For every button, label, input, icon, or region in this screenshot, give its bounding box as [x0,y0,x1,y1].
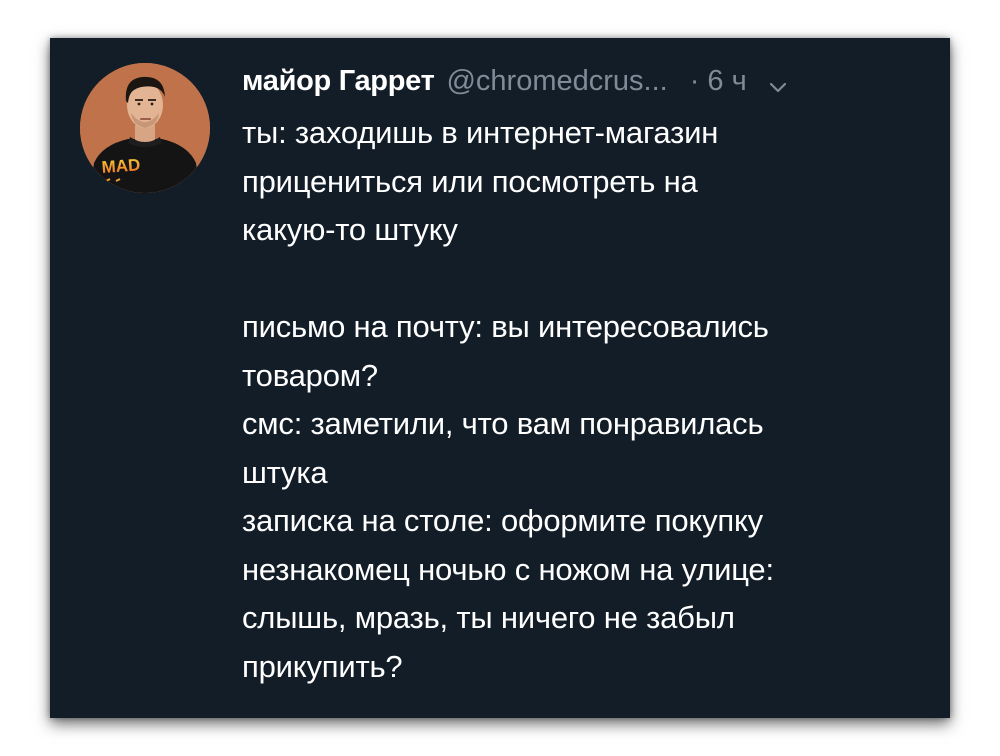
tweet-text-line: прикупить? [242,648,403,684]
avatar[interactable]: MAD [80,63,210,193]
tweet-text-line: письмо на почту: вы интересовались [242,309,769,344]
user-handle[interactable]: @chromedcrus... [446,61,667,101]
tweet-header: майор Гаррет @chromedcrus... · 6 ч [242,61,922,101]
tweet-text-line: штука [242,454,328,490]
tweet-card: MAD майор Гаррет @chromedcrus... · 6 ч т… [50,38,950,718]
tweet-text-line: незнакомец ночью с ножом на улице: [242,551,774,587]
tweet-text-line: ты: заходишь в интернет-магазин [242,115,719,150]
tweet-text-line: записка на столе: оформите покупку [242,503,763,538]
avatar-illustration: MAD [80,63,210,193]
tweet-text-line: какую-то штуку [242,212,458,247]
separator-dot: · [689,65,700,97]
tweet-text-line: слышь, мразь, ты ничего не забыл [242,600,735,635]
timestamp[interactable]: 6 ч [707,61,746,101]
chevron-down-icon[interactable] [767,70,789,93]
tweet-text: ты: заходишь в интернет-магазин приценит… [242,109,932,691]
display-name[interactable]: майор Гаррет [242,61,435,101]
tweet-text-line: смс: заметили, что вам понравилась [242,406,764,441]
tweet-text-line: прицениться или посмотреть на [242,163,698,199]
tweet-text-line: товаром? [242,357,378,393]
avatar-shirt-text: MAD [101,155,141,177]
